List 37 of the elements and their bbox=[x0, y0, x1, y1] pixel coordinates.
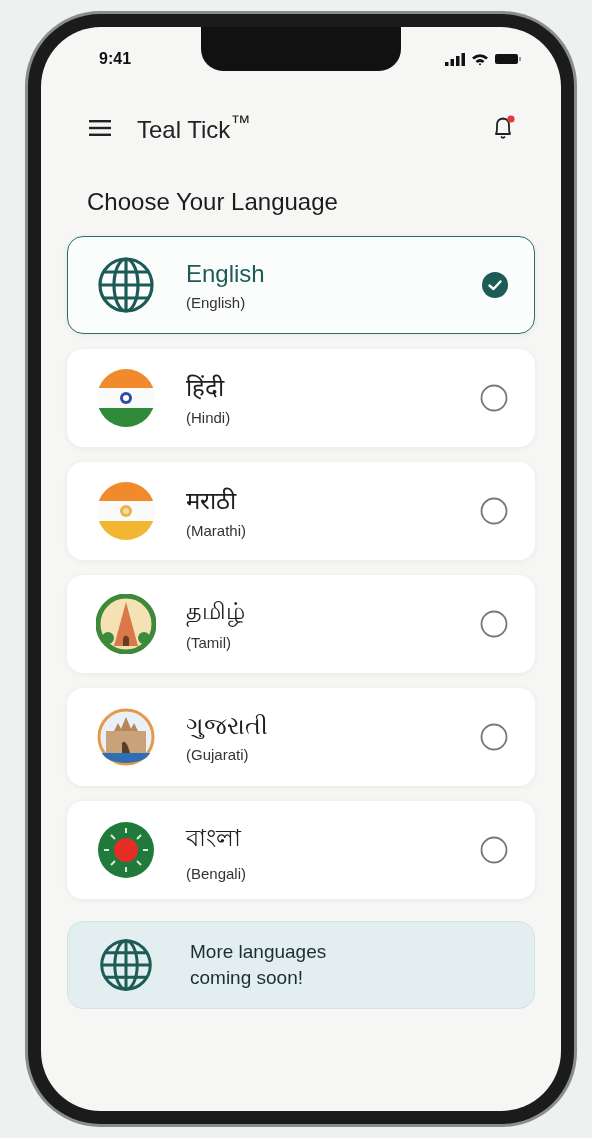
language-name: English bbox=[186, 259, 266, 288]
notice-text: More languages coming soon! bbox=[190, 940, 328, 990]
language-option[interactable]: English (English) bbox=[67, 236, 535, 334]
language-english-name: (English) bbox=[186, 293, 247, 311]
language-name: मराठी bbox=[186, 486, 238, 516]
language-english-name: (Bengali) bbox=[186, 864, 248, 882]
radio-button[interactable] bbox=[480, 836, 508, 864]
globe-icon bbox=[98, 937, 154, 993]
checkmark-icon bbox=[482, 272, 508, 298]
battery-icon bbox=[495, 53, 521, 65]
language-english-name: (Marathi) bbox=[186, 522, 247, 539]
palace-emblem-icon bbox=[96, 707, 156, 767]
language-name: ગુજરાતી bbox=[186, 711, 269, 740]
menu-icon[interactable] bbox=[89, 119, 111, 136]
language-name: বাংলা bbox=[186, 822, 243, 853]
wifi-icon bbox=[471, 52, 489, 66]
language-option[interactable]: मराठी (Marathi) bbox=[67, 462, 535, 560]
language-option[interactable]: ગુજરાતી (Gujarati) bbox=[67, 688, 535, 786]
radio-button[interactable] bbox=[480, 384, 508, 412]
language-name: हिंदी bbox=[186, 373, 226, 403]
language-english-name: (Tamil) bbox=[186, 634, 232, 651]
temple-emblem-icon bbox=[96, 594, 156, 654]
language-name: தமிழ் bbox=[186, 597, 480, 628]
globe-icon bbox=[96, 255, 156, 315]
signal-icon bbox=[445, 52, 465, 66]
radio-button[interactable] bbox=[480, 723, 508, 751]
page-heading: Choose Your Language bbox=[87, 188, 339, 216]
status-time: 9:41 bbox=[99, 50, 132, 68]
sun-emblem-icon bbox=[96, 820, 156, 880]
radio-button[interactable] bbox=[480, 610, 508, 638]
language-option[interactable]: हिंदी (Hindi) bbox=[67, 349, 535, 447]
language-english-name: (Gujarati) bbox=[186, 745, 250, 763]
language-english-name: (Hindi) bbox=[186, 409, 232, 426]
app-title: Teal Tick$^{™}$ bbox=[137, 111, 252, 144]
language-option[interactable]: বাংলা (Bengali) bbox=[67, 801, 535, 899]
language-option[interactable]: தமிழ் (Tamil) bbox=[67, 575, 535, 673]
radio-button[interactable] bbox=[480, 497, 508, 525]
